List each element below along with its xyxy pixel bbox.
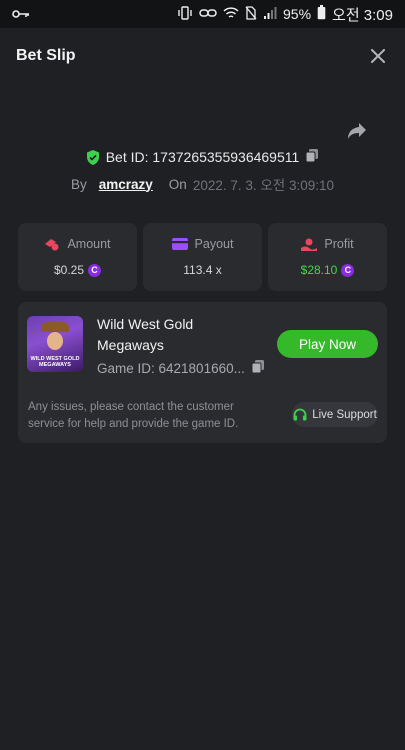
coins-icon: [45, 238, 59, 250]
coin-icon: C: [341, 263, 355, 277]
share-button[interactable]: [347, 122, 367, 140]
stat-profit-value: $28.10: [300, 263, 338, 277]
bet-id: Bet ID: 1737265355936469511: [105, 149, 300, 165]
game-name: Wild West Gold Megaways: [97, 316, 194, 353]
bet-slip-panel: Bet ID: 1737265355936469511 By amcrazy O…: [0, 84, 405, 750]
card-icon: [171, 238, 188, 250]
bet-id-row: Bet ID: 1737265355936469511: [0, 148, 405, 166]
on-label: On: [168, 176, 187, 192]
stat-amount-label: Amount: [67, 237, 111, 251]
page-title: Bet Slip: [16, 47, 76, 64]
game-card: WILD WEST GOLD MEGAWAYS Wild West Gold M…: [18, 302, 387, 443]
stats-row: Amount $0.25 C Payout 113.4 x Profit $28…: [18, 223, 387, 291]
user-link[interactable]: amcrazy: [99, 177, 153, 192]
link-icon: [199, 6, 217, 22]
wifi-icon: [223, 6, 239, 23]
bet-meta-row: By amcrazy On 2022. 7. 3. 오전 3:09:10: [0, 174, 405, 194]
stat-profit: Profit $28.10 C: [268, 223, 387, 291]
share-icon: [348, 123, 366, 139]
stat-amount-value: $0.25: [53, 263, 85, 277]
coin-icon: C: [88, 263, 102, 277]
no-sim-icon: [245, 5, 257, 23]
stat-payout: Payout 113.4 x: [143, 223, 262, 291]
status-bar: 95% 오전 3:09: [0, 0, 405, 28]
play-now-button[interactable]: Play Now: [277, 330, 378, 358]
battery-percent: 95%: [283, 6, 312, 22]
copy-icon: [305, 149, 319, 163]
copy-bet-id-button[interactable]: [305, 148, 319, 166]
header: Bet Slip: [0, 28, 405, 84]
battery-icon: [317, 5, 326, 23]
game-thumbnail-text: WILD WEST GOLD MEGAWAYS: [30, 356, 80, 368]
by-label: By: [70, 176, 87, 192]
close-icon: [371, 49, 385, 63]
bet-date: 2022. 7. 3. 오전 3:09:10: [192, 178, 334, 193]
issue-text: Any issues, please contact the customer …: [28, 401, 239, 430]
copy-icon: [251, 360, 264, 374]
stat-payout-value: 113.4 x: [183, 263, 222, 277]
stat-amount: Amount $0.25 C: [18, 223, 137, 291]
live-support-label: Live Support: [312, 408, 377, 421]
status-right: 95% 오전 3:09: [177, 4, 393, 25]
close-button[interactable]: [367, 45, 389, 67]
vibrate-icon: [177, 5, 193, 23]
stat-payout-label: Payout: [194, 237, 234, 251]
stat-profit-label: Profit: [324, 237, 354, 251]
signal-icon: [263, 6, 277, 22]
game-id-row: Game ID: 6421801660...: [97, 359, 265, 377]
profit-icon: [301, 238, 318, 251]
game-thumbnail[interactable]: WILD WEST GOLD MEGAWAYS: [27, 316, 83, 372]
headphones-icon: [293, 408, 307, 421]
live-support-button[interactable]: Live Support: [292, 402, 378, 427]
copy-game-id-button[interactable]: [251, 359, 265, 377]
game-id: Game ID: 6421801660...: [97, 360, 245, 376]
status-time: 오전 3:09: [332, 6, 393, 24]
key-icon: [12, 6, 30, 22]
shield-check-icon: [86, 149, 99, 165]
